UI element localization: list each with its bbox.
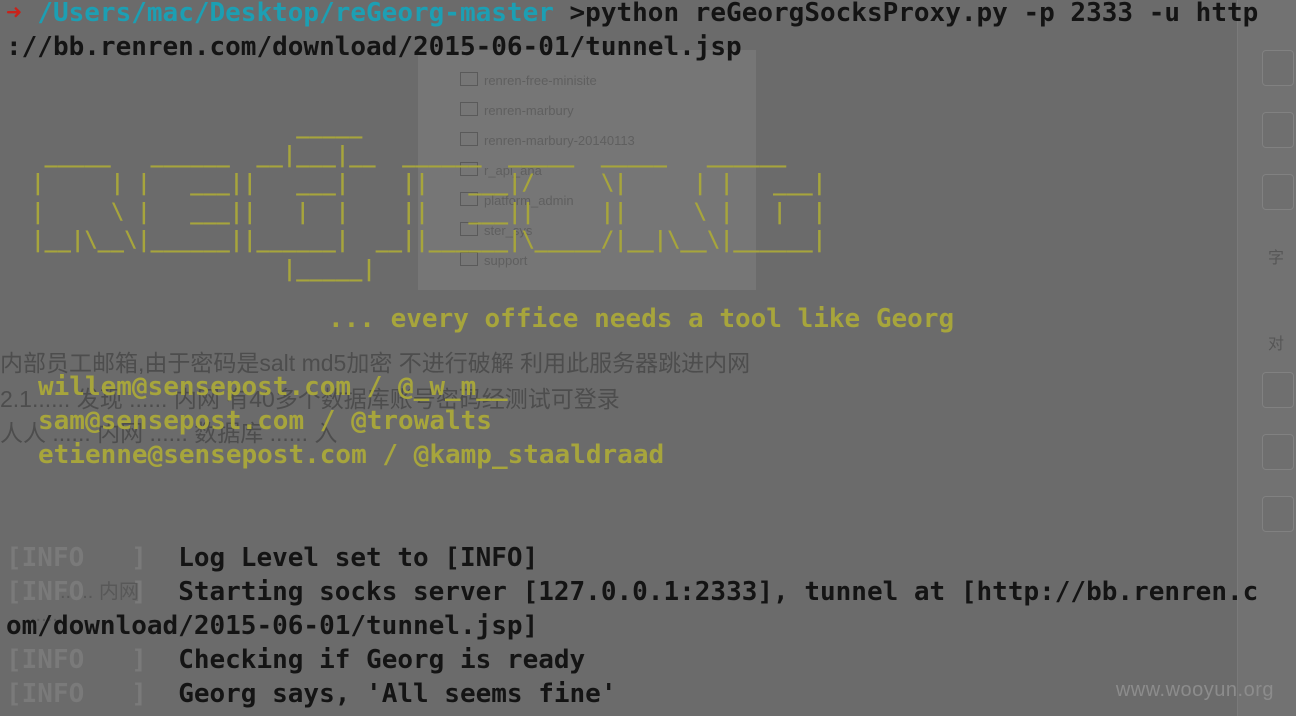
command-line: ➜ /Users/mac/Desktop/reGeorg-master >pyt… <box>6 0 1258 30</box>
log-level-tag: [INFO ] <box>6 577 147 607</box>
log-message: Georg says, 'All seems fine' <box>146 679 617 709</box>
log-line: [INFO ] Log Level set to [INFO] <box>6 541 538 575</box>
regeorg-ascii-banner: _____ _____ ______ __|___|__ ______ ____… <box>31 114 826 282</box>
log-line: [INFO ] Starting socks server [127.0.0.1… <box>6 575 1258 609</box>
log-message: om/download/2015-06-01/tunnel.jsp] <box>6 611 539 641</box>
command-text: >python reGeorgSocksProxy.py -p 2333 -u … <box>553 0 1259 28</box>
log-line-wrap: om/download/2015-06-01/tunnel.jsp] <box>6 609 538 643</box>
watermark: www.wooyun.org <box>1115 679 1274 701</box>
terminal-output[interactable]: ➜ /Users/mac/Desktop/reGeorg-master >pyt… <box>0 0 1296 716</box>
credit-line: etienne@sensepost.com / @kamp_staaldraad <box>38 440 665 470</box>
log-line: [INFO ] Georg says, 'All seems fine' <box>6 677 617 711</box>
log-message: Starting socks server [127.0.0.1:2333], … <box>146 577 1259 607</box>
tagline: ... every office needs a tool like Georg <box>328 304 955 334</box>
log-line: [INFO ] Checking if Georg is ready <box>6 643 585 677</box>
log-level-tag: [INFO ] <box>6 645 147 675</box>
credit-line: sam@sensepost.com / @trowalts <box>38 406 492 436</box>
command-line-wrap: ://bb.renren.com/download/2015-06-01/tun… <box>6 32 742 62</box>
log-message: Log Level set to [INFO] <box>146 543 539 573</box>
log-level-tag: [INFO ] <box>6 543 147 573</box>
log-level-tag: [INFO ] <box>6 679 147 709</box>
log-message: Checking if Georg is ready <box>146 645 586 675</box>
credit-line: willem@sensepost.com / @_w_m__ <box>38 372 508 402</box>
prompt-path: /Users/mac/Desktop/reGeorg-master <box>37 0 554 28</box>
prompt-arrow-icon: ➜ <box>6 0 22 28</box>
